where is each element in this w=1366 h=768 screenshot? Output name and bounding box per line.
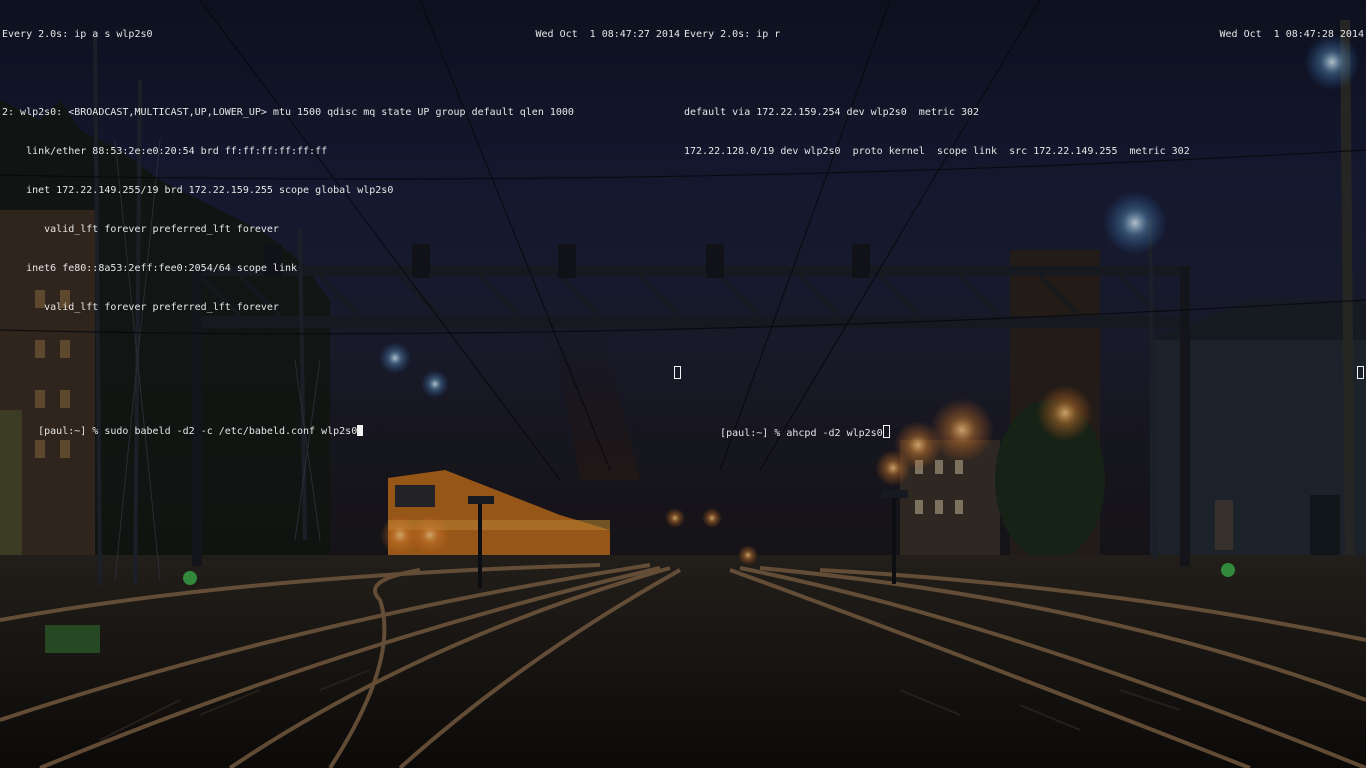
pane-cursor-marker: [674, 366, 681, 379]
watch-header: Every 2.0s: ip r Wed Oct 1 08:47:28 2014: [684, 28, 1364, 41]
terminal-pane-ip-route[interactable]: Every 2.0s: ip r Wed Oct 1 08:47:28 2014…: [684, 2, 1364, 362]
output-line: valid_lft forever preferred_lft forever: [2, 302, 279, 313]
command-output: default via 172.22.159.254 dev wlp2s0 me…: [684, 80, 1364, 184]
command-output: 2: wlp2s0: <BROADCAST,MULTICAST,UP,LOWER…: [2, 80, 678, 340]
output-line: default via 172.22.159.254 dev wlp2s0 me…: [684, 107, 980, 118]
shell-command-input[interactable]: ahcpd -d2 wlp2s0: [786, 428, 882, 439]
watch-timestamp: Wed Oct 1 08:47:27 2014: [535, 29, 681, 40]
terminal-pane-babeld[interactable]: [paul:~] % sudo babeld -d2 -c /etc/babel…: [2, 386, 678, 756]
shell-prompt: [paul:~] %: [720, 428, 787, 439]
pane-cursor-marker: [1357, 366, 1364, 379]
output-line: link/ether 88:53:2e:e0:20:54 brd ff:ff:f…: [2, 146, 328, 157]
text-cursor: [882, 425, 890, 438]
watch-header: Every 2.0s: ip a s wlp2s0 Wed Oct 1 08:4…: [2, 28, 681, 41]
text-cursor: [357, 425, 364, 436]
output-line: inet6 fe80::8a53:2eff:fee0:2054/64 scope…: [2, 263, 298, 274]
terminal-pane-ahcpd[interactable]: [paul:~] % ahcpd -d2 wlp2s0: [684, 386, 1364, 756]
shell-prompt-line[interactable]: [paul:~] % ahcpd -d2 wlp2s0: [684, 412, 1364, 439]
output-line: valid_lft forever preferred_lft forever: [2, 224, 279, 235]
watch-command-label: Every 2.0s: ip r: [684, 29, 781, 40]
shell-prompt: [paul:~] %: [38, 426, 105, 437]
output-line: 2: wlp2s0: <BROADCAST,MULTICAST,UP,LOWER…: [2, 107, 574, 118]
shell-prompt-line[interactable]: [paul:~] % sudo babeld -d2 -c /etc/babel…: [2, 412, 678, 437]
watch-timestamp: Wed Oct 1 08:47:28 2014: [1219, 29, 1365, 40]
output-line: inet 172.22.149.255/19 brd 172.22.159.25…: [2, 185, 394, 196]
terminal-pane-ip-addr[interactable]: Every 2.0s: ip a s wlp2s0 Wed Oct 1 08:4…: [2, 2, 681, 362]
desktop-screen: Every 2.0s: ip a s wlp2s0 Wed Oct 1 08:4…: [0, 0, 1366, 768]
shell-command-input[interactable]: sudo babeld -d2 -c /etc/babeld.conf wlp2…: [104, 426, 357, 437]
watch-command-label: Every 2.0s: ip a s wlp2s0: [2, 29, 153, 40]
output-line: 172.22.128.0/19 dev wlp2s0 proto kernel …: [684, 146, 1190, 157]
